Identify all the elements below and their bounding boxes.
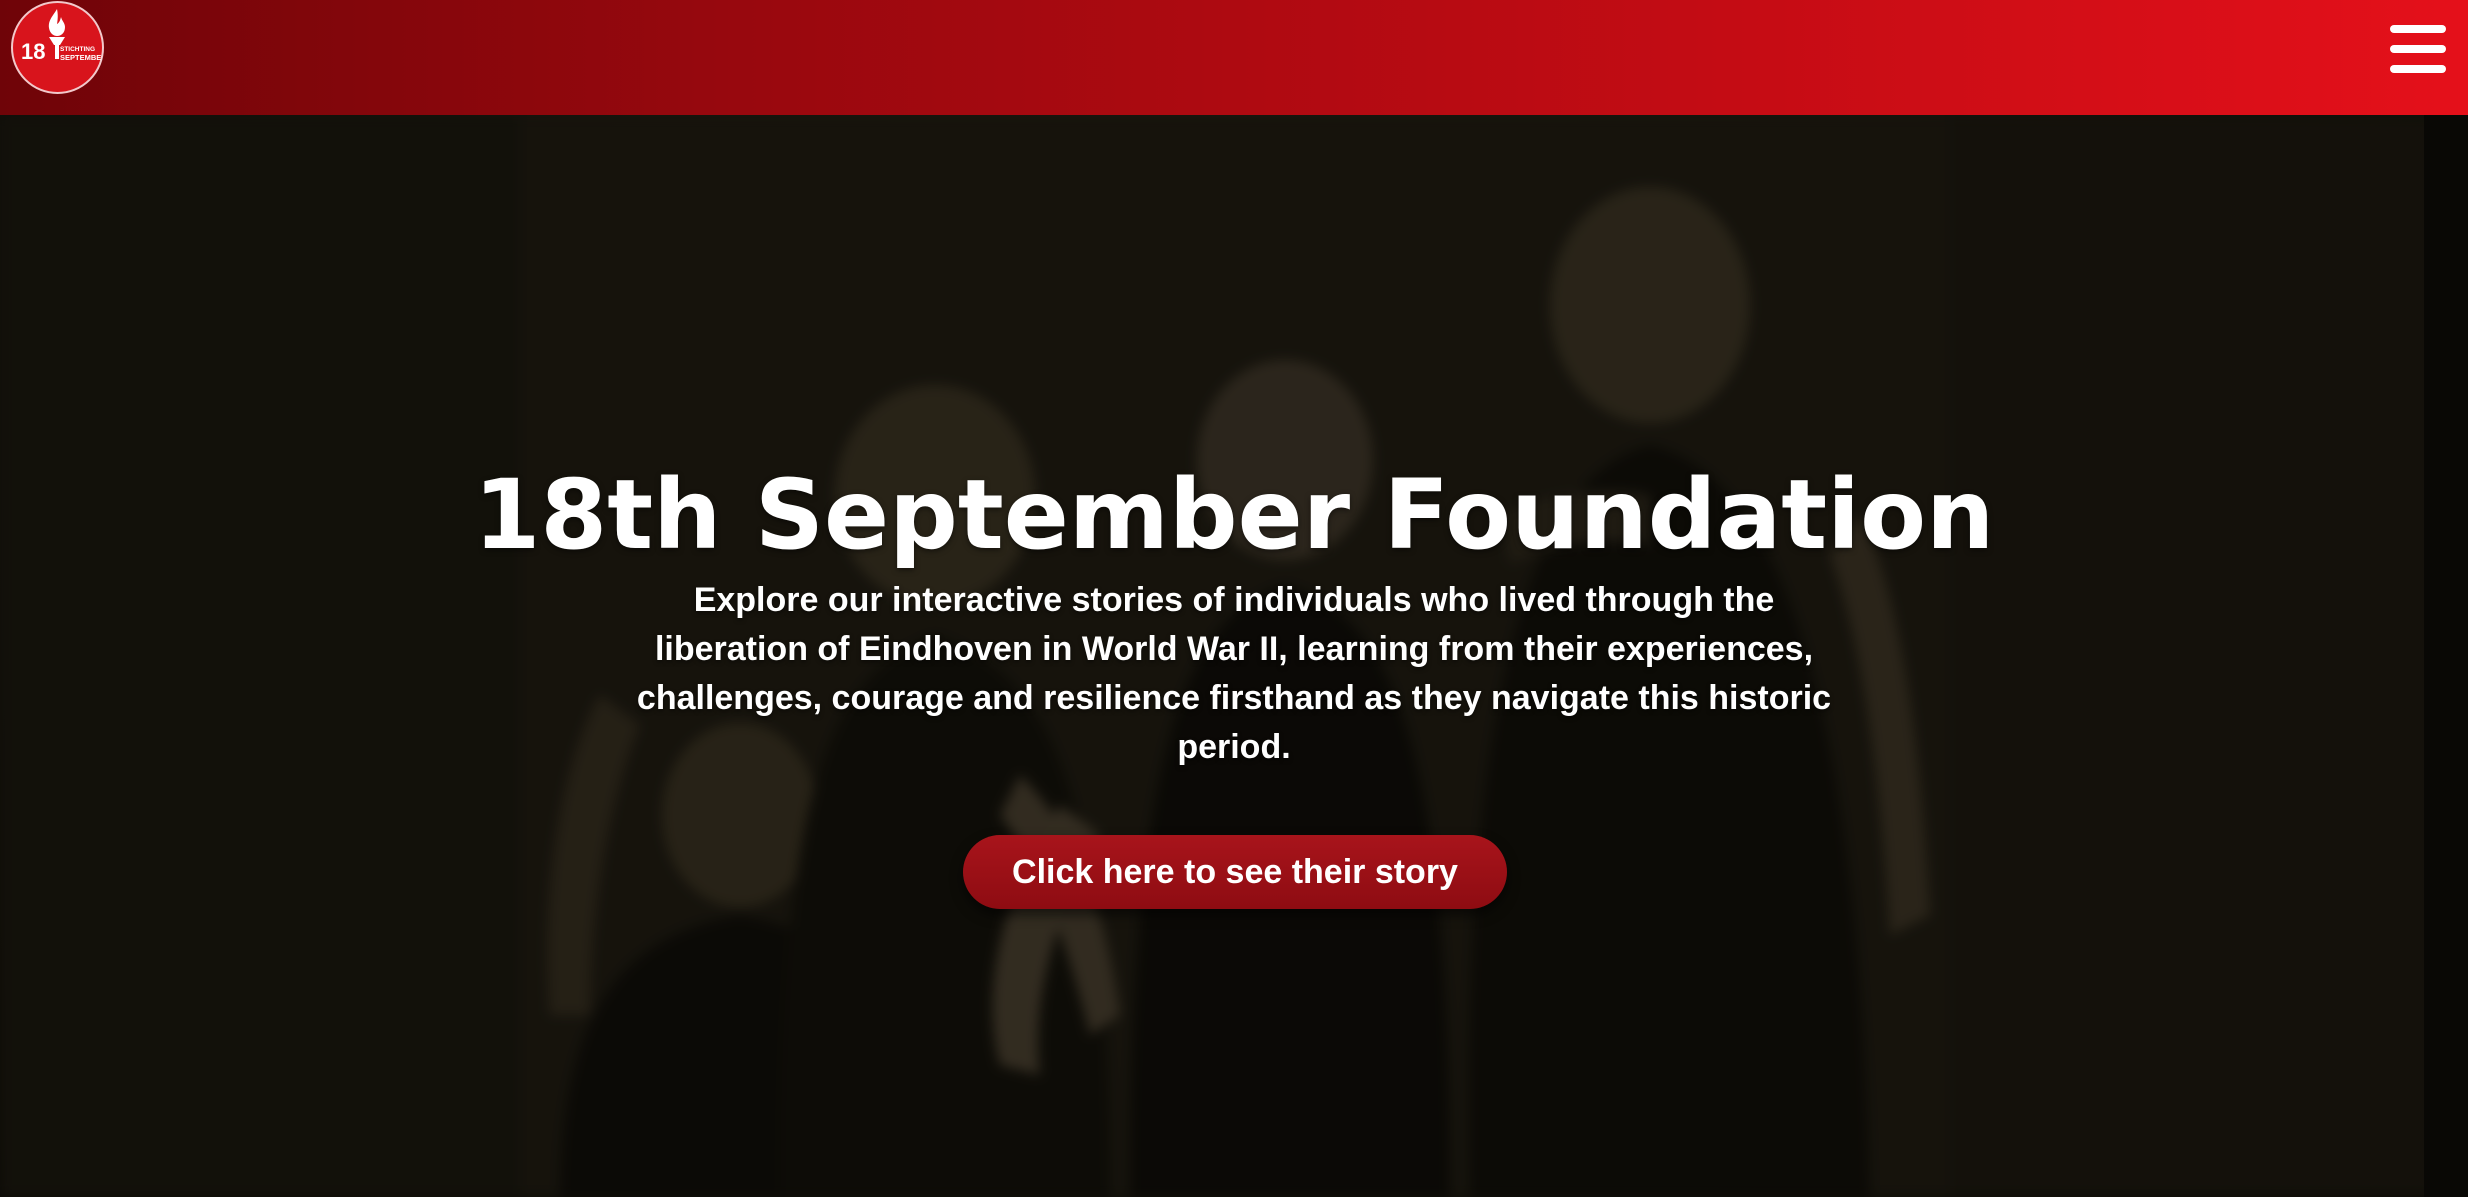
menu-bar bbox=[2390, 65, 2446, 73]
top-navbar: 18 STICHTING SEPTEMBER bbox=[0, 0, 2468, 115]
menu-bar bbox=[2390, 25, 2446, 33]
hero-section: 18th September Foundation Explore our in… bbox=[0, 115, 2468, 1197]
hero-title: 18th September Foundation bbox=[473, 459, 1995, 571]
menu-bar bbox=[2390, 45, 2446, 53]
torch-flame-icon: 18 STICHTING SEPTEMBER bbox=[21, 9, 102, 64]
page: 18 STICHTING SEPTEMBER bbox=[0, 0, 2468, 1197]
hero-content: 18th September Foundation Explore our in… bbox=[0, 115, 2468, 1197]
see-their-story-button[interactable]: Click here to see their story bbox=[963, 835, 1507, 909]
svg-text:18: 18 bbox=[21, 39, 45, 64]
site-logo[interactable]: 18 STICHTING SEPTEMBER bbox=[11, 1, 104, 94]
svg-text:STICHTING: STICHTING bbox=[60, 46, 95, 53]
svg-text:SEPTEMBER: SEPTEMBER bbox=[60, 53, 102, 62]
hero-subtitle: Explore our interactive stories of indiv… bbox=[636, 581, 1832, 766]
hamburger-menu-icon[interactable] bbox=[2390, 25, 2446, 73]
